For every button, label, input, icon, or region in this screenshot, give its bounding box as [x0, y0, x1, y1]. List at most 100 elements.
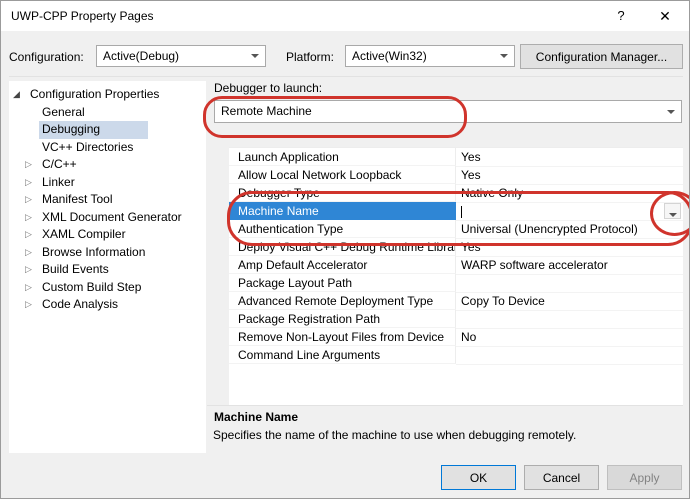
property-name: Authentication Type	[229, 220, 456, 238]
property-row-package-registration-path[interactable]: Package Registration Path	[229, 310, 683, 328]
debugger-combo[interactable]: Remote Machine	[214, 100, 682, 123]
close-button[interactable]: ✕	[643, 1, 687, 31]
tree-collapsed-icon[interactable]: ▷	[25, 244, 39, 262]
property-pages-dialog: UWP-CPP Property Pages ? ✕ Configuration…	[0, 0, 690, 499]
property-row-remove-non-layout-files-from-device[interactable]: Remove Non-Layout Files from DeviceNo	[229, 328, 683, 346]
tree-item-configuration-properties[interactable]: ◢Configuration Properties	[9, 86, 206, 104]
tree-item-label: Code Analysis	[39, 296, 121, 314]
property-row-authentication-type[interactable]: Authentication TypeUniversal (Unencrypte…	[229, 220, 683, 238]
tree-item-label: Custom Build Step	[39, 279, 144, 297]
tree-item-label: Browse Information	[39, 244, 148, 262]
tree-item-general[interactable]: General	[9, 104, 206, 122]
description-title: Machine Name	[214, 410, 298, 424]
property-row-launch-application[interactable]: Launch ApplicationYes	[229, 148, 683, 166]
property-name: Advanced Remote Deployment Type	[229, 292, 456, 310]
chevron-down-icon	[251, 54, 259, 58]
help-button[interactable]: ?	[599, 1, 643, 31]
tree-collapsed-icon[interactable]: ▷	[25, 261, 39, 279]
configuration-combo-value: Active(Debug)	[103, 49, 179, 63]
property-value[interactable]	[456, 202, 683, 221]
property-value: No	[456, 328, 683, 347]
tree-item-xaml-compiler[interactable]: ▷XAML Compiler	[9, 226, 206, 244]
window-title: UWP-CPP Property Pages	[11, 1, 154, 31]
tree-item-debugging[interactable]: Debugging	[9, 121, 206, 139]
tree-item-build-events[interactable]: ▷Build Events	[9, 261, 206, 279]
property-name: Launch Application	[229, 148, 456, 166]
tree-item-code-analysis[interactable]: ▷Code Analysis	[9, 296, 206, 314]
property-row-allow-local-network-loopback[interactable]: Allow Local Network LoopbackYes	[229, 166, 683, 184]
tree-expanded-icon[interactable]: ◢	[13, 86, 27, 104]
platform-label: Platform:	[286, 50, 334, 64]
tree-item-label: Debugging	[39, 121, 148, 139]
apply-button: Apply	[607, 465, 682, 490]
config-tree: ◢Configuration PropertiesGeneralDebuggin…	[9, 81, 206, 453]
chevron-down-icon	[500, 54, 508, 58]
tree-collapsed-icon[interactable]: ▷	[25, 156, 39, 174]
tree-item-manifest-tool[interactable]: ▷Manifest Tool	[9, 191, 206, 209]
property-value: Copy To Device	[456, 292, 683, 311]
property-name: Package Registration Path	[229, 310, 456, 328]
property-row-package-layout-path[interactable]: Package Layout Path	[229, 274, 683, 292]
tree-item-xml-document-generator[interactable]: ▷XML Document Generator	[9, 209, 206, 227]
tree-item-browse-information[interactable]: ▷Browse Information	[9, 244, 206, 262]
property-row-machine-name[interactable]: Machine Name	[229, 202, 683, 220]
tree-item-c-c[interactable]: ▷C/C++	[9, 156, 206, 174]
chevron-down-icon	[669, 213, 677, 217]
configuration-label: Configuration:	[9, 50, 84, 64]
property-row-advanced-remote-deployment-type[interactable]: Advanced Remote Deployment TypeCopy To D…	[229, 292, 683, 310]
property-name: Deploy Visual C++ Debug Runtime Librarie	[229, 238, 456, 256]
tree-item-label: XML Document Generator	[39, 209, 185, 227]
platform-combo[interactable]: Active(Win32)	[345, 45, 515, 67]
chevron-down-icon	[667, 110, 675, 114]
tree-collapsed-icon[interactable]: ▷	[25, 191, 39, 209]
tree-collapsed-icon[interactable]: ▷	[25, 279, 39, 297]
property-name: Allow Local Network Loopback	[229, 166, 456, 184]
property-value: Universal (Unencrypted Protocol)	[456, 220, 683, 239]
tree-item-label: General	[39, 104, 88, 122]
property-row-amp-default-accelerator[interactable]: Amp Default AcceleratorWARP software acc…	[229, 256, 683, 274]
tree-item-vc-directories[interactable]: VC++ Directories	[9, 139, 206, 157]
cancel-button[interactable]: Cancel	[524, 465, 599, 490]
tree-collapsed-icon[interactable]: ▷	[25, 296, 39, 314]
tree-item-label: C/C++	[39, 156, 80, 174]
tree-item-linker[interactable]: ▷Linker	[9, 174, 206, 192]
property-row-command-line-arguments[interactable]: Command Line Arguments	[229, 346, 683, 364]
value-dropdown-button[interactable]	[664, 203, 681, 219]
tree-item-label: VC++ Directories	[39, 139, 136, 157]
configuration-manager-button[interactable]: Configuration Manager...	[520, 44, 683, 69]
platform-combo-value: Active(Win32)	[352, 49, 427, 63]
configuration-combo[interactable]: Active(Debug)	[96, 45, 266, 67]
property-row-deploy-visual-c-debug-runtime-librarie[interactable]: Deploy Visual C++ Debug Runtime Librarie…	[229, 238, 683, 256]
property-name: Machine Name	[229, 202, 456, 220]
description-separator	[207, 405, 683, 406]
tree-item-label: Manifest Tool	[39, 191, 115, 209]
property-value	[456, 346, 683, 365]
debugger-combo-value: Remote Machine	[221, 104, 312, 118]
property-name: Amp Default Accelerator	[229, 256, 456, 274]
tree-item-label: XAML Compiler	[39, 226, 129, 244]
tree-collapsed-icon[interactable]: ▷	[25, 174, 39, 192]
text-caret	[461, 206, 462, 218]
description-text: Specifies the name of the machine to use…	[213, 428, 576, 442]
tree-collapsed-icon[interactable]: ▷	[25, 209, 39, 227]
tree-item-label: Linker	[39, 174, 78, 192]
property-value	[456, 274, 683, 293]
ok-button[interactable]: OK	[441, 465, 516, 490]
tree-item-label: Configuration Properties	[27, 86, 162, 104]
property-name: Remove Non-Layout Files from Device	[229, 328, 456, 346]
property-value: Yes	[456, 238, 683, 257]
toolbar-separator	[9, 76, 683, 77]
property-value: WARP software accelerator	[456, 256, 683, 275]
tree-collapsed-icon[interactable]: ▷	[25, 226, 39, 244]
property-value: Native Only	[456, 184, 683, 203]
tree-item-custom-build-step[interactable]: ▷Custom Build Step	[9, 279, 206, 297]
title-bar: UWP-CPP Property Pages ? ✕	[1, 1, 689, 31]
property-value: Yes	[456, 166, 683, 185]
property-row-debugger-type[interactable]: Debugger TypeNative Only	[229, 184, 683, 202]
property-value	[456, 310, 683, 329]
property-grid: Launch ApplicationYesAllow Local Network…	[229, 147, 683, 406]
tree-arrow-spacer	[25, 139, 39, 157]
debugger-to-launch-label: Debugger to launch:	[214, 81, 322, 95]
tree-arrow-spacer	[25, 121, 39, 139]
property-value: Yes	[456, 148, 683, 167]
